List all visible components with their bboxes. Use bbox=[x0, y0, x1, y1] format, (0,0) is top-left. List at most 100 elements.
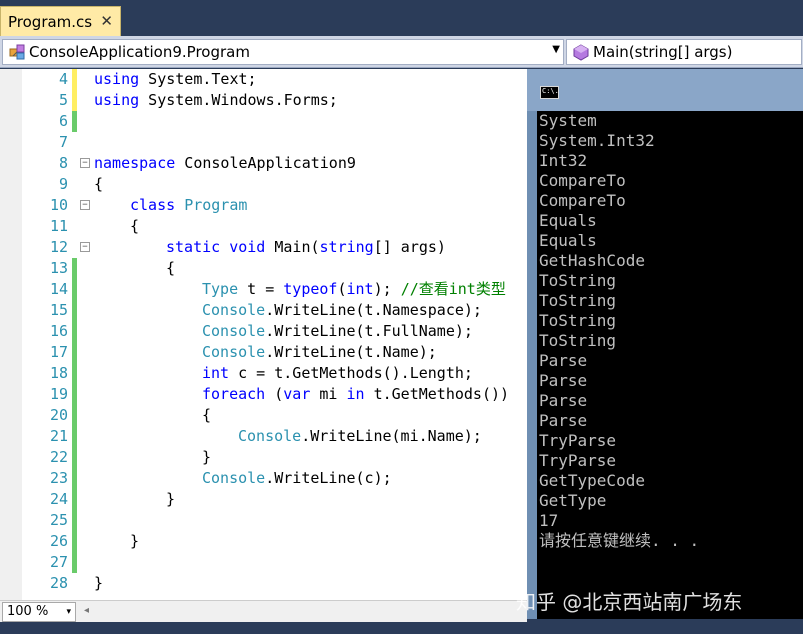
collapse-icon[interactable]: − bbox=[80, 200, 90, 210]
code-text: { bbox=[130, 217, 140, 235]
watermark: 知乎 @北京西站南广场东 bbox=[516, 590, 743, 614]
console-app-icon: C:\. bbox=[540, 86, 559, 99]
line-number: 25 bbox=[49, 511, 68, 529]
code-line: 15 Console.WriteLine(t.Namespace); bbox=[0, 300, 527, 321]
console-line: Equals bbox=[539, 211, 597, 230]
change-marker bbox=[72, 489, 77, 510]
code-line: 5 using System.Windows.Forms; bbox=[0, 90, 527, 111]
code-line: 21 Console.WriteLine(mi.Name); bbox=[0, 426, 527, 447]
code-line: 28 } bbox=[0, 573, 527, 594]
code-line: 23 Console.WriteLine(c); bbox=[0, 468, 527, 489]
change-marker bbox=[72, 531, 77, 552]
line-number: 23 bbox=[49, 469, 68, 487]
change-marker bbox=[72, 342, 77, 363]
member-selector-value: Main(string[] args) bbox=[593, 43, 733, 61]
line-number: 7 bbox=[58, 133, 68, 151]
collapse-icon[interactable]: − bbox=[80, 158, 90, 168]
code-text: Console.WriteLine(c); bbox=[202, 469, 392, 487]
console-line: ToString bbox=[539, 271, 617, 290]
code-line: 24 } bbox=[0, 489, 527, 510]
horizontal-scrollbar[interactable]: ◂ bbox=[84, 604, 524, 620]
tab-program-cs[interactable]: Program.cs ✕ bbox=[0, 6, 121, 36]
console-line: GetHashCode bbox=[539, 251, 645, 270]
line-number: 15 bbox=[49, 301, 68, 319]
line-number: 24 bbox=[49, 490, 68, 508]
console-line: GetTypeCode bbox=[539, 471, 645, 490]
line-number: 22 bbox=[49, 448, 68, 466]
console-titlebar[interactable]: C:\. bbox=[527, 69, 803, 111]
console-line: CompareTo bbox=[539, 191, 626, 210]
line-number: 17 bbox=[49, 343, 68, 361]
chevron-down-icon[interactable]: ▼ bbox=[552, 44, 560, 55]
member-selector-dropdown[interactable]: Main(string[] args) bbox=[566, 39, 802, 65]
console-line: Equals bbox=[539, 231, 597, 250]
change-marker bbox=[72, 111, 77, 132]
change-marker bbox=[72, 258, 77, 279]
code-line: 6 bbox=[0, 111, 527, 132]
code-line: 22 } bbox=[0, 447, 527, 468]
code-text: } bbox=[202, 448, 212, 466]
change-marker bbox=[72, 90, 77, 111]
console-line: ToString bbox=[539, 331, 617, 350]
line-number: 28 bbox=[49, 574, 68, 592]
console-line: Parse bbox=[539, 371, 588, 390]
console-line: TryParse bbox=[539, 451, 617, 470]
line-number: 14 bbox=[49, 280, 68, 298]
console-line: GetType bbox=[539, 491, 607, 510]
scroll-left-icon[interactable]: ◂ bbox=[84, 605, 89, 616]
class-selector-dropdown[interactable]: ConsoleApplication9.Program ▼ bbox=[2, 39, 564, 65]
code-line: 26 } bbox=[0, 531, 527, 552]
line-number: 13 bbox=[49, 259, 68, 277]
code-text: class Program bbox=[130, 196, 248, 214]
code-text: namespace ConsoleApplication9 bbox=[94, 154, 356, 172]
change-marker bbox=[72, 405, 77, 426]
code-text: { bbox=[202, 406, 212, 424]
code-text: int c = t.GetMethods().Length; bbox=[202, 364, 473, 382]
change-marker bbox=[72, 279, 77, 300]
zoom-value: 100 % bbox=[7, 604, 49, 619]
change-marker bbox=[72, 426, 77, 447]
change-marker bbox=[72, 447, 77, 468]
close-icon[interactable]: ✕ bbox=[100, 12, 113, 30]
console-line: 请按任意键继续. . . bbox=[539, 531, 700, 550]
code-text: } bbox=[166, 490, 176, 508]
class-selector-value: ConsoleApplication9.Program bbox=[29, 43, 250, 61]
editor-bottom-bar: 100 % ▾ ◂ bbox=[0, 600, 527, 622]
change-marker bbox=[72, 510, 77, 531]
console-window[interactable]: C:\. System System.Int32 Int32 CompareTo… bbox=[527, 69, 803, 619]
tab-label: Program.cs bbox=[8, 12, 93, 31]
code-text: using System.Text; bbox=[94, 70, 257, 88]
method-icon bbox=[573, 44, 589, 61]
code-text: Type t = typeof(int); //查看int类型 bbox=[202, 280, 506, 298]
code-line: 11 { bbox=[0, 216, 527, 237]
change-marker bbox=[72, 69, 77, 90]
line-number: 20 bbox=[49, 406, 68, 424]
code-text: Console.WriteLine(t.FullName); bbox=[202, 322, 473, 340]
collapse-icon[interactable]: − bbox=[80, 242, 90, 252]
line-number: 27 bbox=[49, 553, 68, 571]
document-tab-strip: Program.cs ✕ bbox=[0, 0, 803, 36]
code-line: 4 using System.Text; bbox=[0, 69, 527, 90]
code-line: 7 bbox=[0, 132, 527, 153]
line-number: 19 bbox=[49, 385, 68, 403]
code-text: static void Main(string[] args) bbox=[166, 238, 446, 256]
chevron-down-icon[interactable]: ▾ bbox=[66, 603, 71, 621]
line-number: 26 bbox=[49, 532, 68, 550]
code-line: 13 { bbox=[0, 258, 527, 279]
code-line: 16 Console.WriteLine(t.FullName); bbox=[0, 321, 527, 342]
zoom-dropdown[interactable]: 100 % ▾ bbox=[2, 602, 76, 622]
console-line: CompareTo bbox=[539, 171, 626, 190]
line-number: 18 bbox=[49, 364, 68, 382]
code-text: } bbox=[94, 574, 104, 592]
code-editor[interactable]: 4 using System.Text; 5 using System.Wind… bbox=[0, 69, 527, 600]
line-number: 8 bbox=[58, 154, 68, 172]
navigation-bar: ConsoleApplication9.Program ▼ Main(strin… bbox=[0, 36, 803, 68]
line-number: 11 bbox=[49, 217, 68, 235]
line-number: 5 bbox=[58, 91, 68, 109]
code-line: 10 − class Program bbox=[0, 195, 527, 216]
code-line: 14 Type t = typeof(int); //查看int类型 bbox=[0, 279, 527, 300]
code-line: 12 − static void Main(string[] args) bbox=[0, 237, 527, 258]
line-number: 9 bbox=[58, 175, 68, 193]
change-marker bbox=[72, 300, 77, 321]
line-number: 10 bbox=[49, 196, 68, 214]
